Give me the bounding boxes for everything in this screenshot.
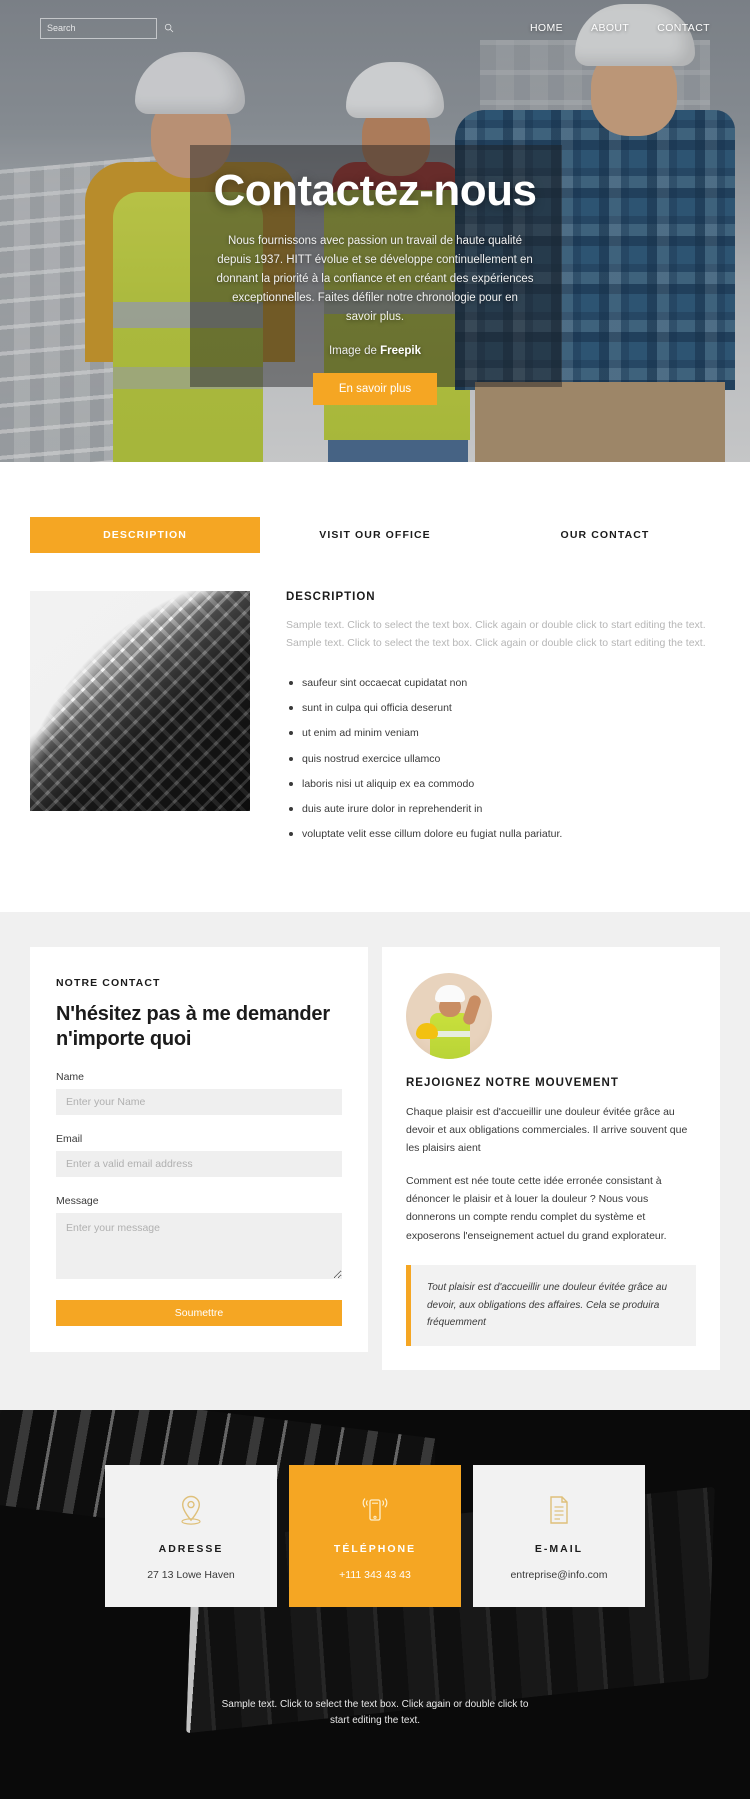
map-pin-icon [115,1493,267,1527]
avatar [406,972,492,1059]
contact-form-card: NOTRE CONTACT N'hésitez pas à me demande… [30,946,368,1352]
description-heading: DESCRIPTION [286,591,376,603]
info-card-title: E-MAIL [534,1542,584,1555]
top-navigation-bar: HOME ABOUT CONTACT [0,0,750,56]
hero-subtitle: Nous fournissons avec passion un travail… [216,235,534,324]
document-icon [483,1493,635,1527]
tab-visit-our-office[interactable]: VISIT OUR OFFICE [260,517,490,553]
list-item: voluptate velit esse cillum dolore eu fu… [286,826,720,842]
search-box[interactable] [40,17,174,39]
tab-description[interactable]: DESCRIPTION [30,517,260,553]
email-field[interactable] [56,1150,342,1177]
nav-item-about[interactable]: ABOUT [591,22,629,34]
info-card-title: TÉLÉPHONE [333,1542,417,1555]
list-item: laboris nisi ut aliquip ex ea commodo [286,776,720,792]
nav-item-contact[interactable]: CONTACT [657,22,710,34]
nav-item-home[interactable]: HOME [530,22,563,34]
tab-our-contact[interactable]: OUR CONTACT [490,517,720,553]
learn-more-button[interactable]: En savoir plus [312,373,438,406]
tab-bar: DESCRIPTION VISIT OUR OFFICE OUR CONTACT [30,517,720,553]
info-card-value: +111 343 43 43 [339,1568,411,1581]
name-label: Name [56,1070,85,1083]
hero-credit-prefix: Image de [328,345,381,358]
main-nav: HOME ABOUT CONTACT [530,22,710,34]
message-label: Message [56,1194,99,1207]
movement-heading: REJOIGNEZ NOTRE MOUVEMENT [406,1076,619,1089]
hero-section: HOME ABOUT CONTACT Contactez-nous Nous f… [0,0,750,462]
list-item: ut enim ad minim veniam [286,725,720,741]
info-cards-row: ADRESSE 27 13 Lowe Haven TÉLÉPHONE +111 … [105,1464,645,1607]
footer-text: Sample text. Click to select the text bo… [221,1698,529,1726]
contact-form-title: N'hésitez pas à me demander n'importe qu… [56,1002,330,1051]
name-field[interactable] [56,1088,342,1115]
info-card-email[interactable]: E-MAIL entreprise@info.com [473,1464,645,1607]
info-cards-section: ADRESSE 27 13 Lowe Haven TÉLÉPHONE +111 … [0,1409,750,1799]
message-field[interactable] [56,1212,342,1279]
hero-content: Contactez-nous Nous fournissons avec pas… [0,166,750,406]
search-icon [164,23,174,33]
info-card-address[interactable]: ADRESSE 27 13 Lowe Haven [105,1464,277,1607]
email-label: Email [56,1132,83,1145]
list-item: saufeur sint occaecat cupidatat non [286,675,720,691]
submit-button[interactable]: Soumettre [56,1299,342,1326]
movement-quote: Tout plaisir est d'accueillir une douleu… [406,1265,696,1346]
info-card-title: ADRESSE [158,1542,224,1555]
info-card-value: 27 13 Lowe Haven [147,1568,235,1581]
info-card-phone[interactable]: TÉLÉPHONE +111 343 43 43 [289,1464,461,1607]
list-item: quis nostrud exercice ullamco [286,751,720,767]
description-bullet-list: saufeur sint occaecat cupidatat non sunt… [286,675,720,843]
search-input[interactable] [47,23,164,33]
contact-form-eyebrow: NOTRE CONTACT [56,976,161,989]
description-content: DESCRIPTION Sample text. Click to select… [30,591,720,852]
hero-image-credit: Image de Freepik [0,345,750,357]
description-section: DESCRIPTION VISIT OUR OFFICE OUR CONTACT… [0,462,750,912]
architecture-photo [30,591,250,811]
list-item: duis aute irure dolor in reprehenderit i… [286,801,720,817]
info-card-value: entreprise@info.com [510,1568,608,1581]
description-paragraph: Sample text. Click to select the text bo… [286,619,706,650]
movement-card: REJOIGNEZ NOTRE MOUVEMENT Chaque plaisir… [382,946,720,1370]
list-item: sunt in culpa qui officia deserunt [286,700,720,716]
movement-paragraph-2: Comment est née toute cette idée erronée… [406,1174,667,1242]
page-title: Contactez-nous [213,166,538,215]
movement-paragraph-1: Chaque plaisir est d'accueillir une doul… [406,1105,688,1155]
mobile-phone-icon [299,1493,451,1527]
contact-section: NOTRE CONTACT N'hésitez pas à me demande… [0,911,750,1410]
hero-credit-source: Freepik [380,345,422,358]
